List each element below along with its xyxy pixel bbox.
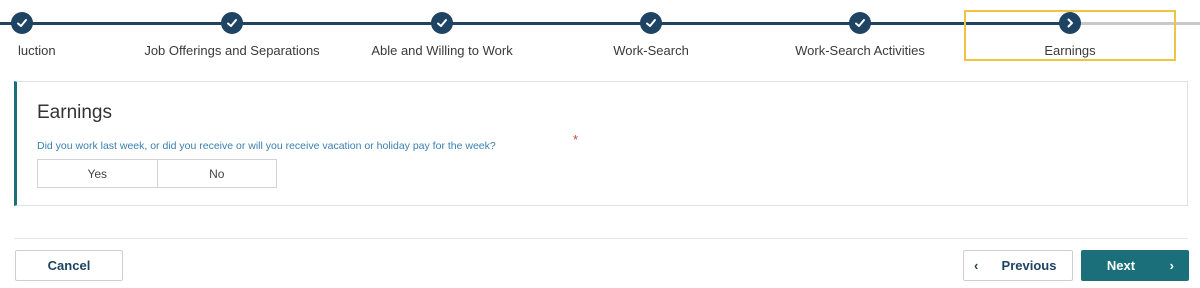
step-dot-job-offerings[interactable] <box>221 12 243 34</box>
chevron-right-icon: › <box>1169 258 1174 273</box>
step-dot-able-willing[interactable] <box>431 12 453 34</box>
step-label-work-search-activities[interactable]: Work-Search Activities <box>795 43 925 58</box>
step-dot-work-search[interactable] <box>640 12 662 34</box>
previous-button[interactable]: ‹ Previous <box>963 250 1073 281</box>
check-icon <box>227 19 237 27</box>
footer-divider <box>14 238 1188 239</box>
no-button[interactable]: No <box>156 160 276 187</box>
check-icon <box>646 19 656 27</box>
yes-button[interactable]: Yes <box>38 160 157 187</box>
required-indicator: * <box>573 132 579 147</box>
step-label-earnings[interactable]: Earnings <box>1044 43 1095 58</box>
chevron-left-icon: ‹ <box>974 258 979 273</box>
progress-stepper: luction Job Offerings and Separations Ab… <box>0 0 1200 70</box>
step-label-job-offerings[interactable]: Job Offerings and Separations <box>144 43 319 58</box>
step-dot-work-search-activities[interactable] <box>849 12 871 34</box>
cancel-label: Cancel <box>47 258 91 273</box>
next-label: Next <box>1106 258 1136 273</box>
check-icon <box>17 19 27 27</box>
step-label-work-search[interactable]: Work-Search <box>613 43 689 58</box>
step-label-introduction[interactable]: luction <box>18 43 56 58</box>
question-text: Did you work last week, or did you recei… <box>37 140 496 152</box>
previous-label: Previous <box>1001 258 1057 273</box>
step-dot-introduction[interactable] <box>11 12 33 34</box>
earnings-card: Earnings Did you work last week, or did … <box>14 81 1188 206</box>
next-button[interactable]: Next › <box>1081 250 1189 281</box>
card-title: Earnings <box>37 102 112 123</box>
cancel-button[interactable]: Cancel <box>15 250 123 281</box>
check-icon <box>437 19 447 27</box>
stepper-track-complete <box>0 22 1070 25</box>
step-label-able-willing[interactable]: Able and Willing to Work <box>371 43 512 58</box>
check-icon <box>855 19 865 27</box>
yes-no-toggle: Yes No <box>37 159 277 188</box>
